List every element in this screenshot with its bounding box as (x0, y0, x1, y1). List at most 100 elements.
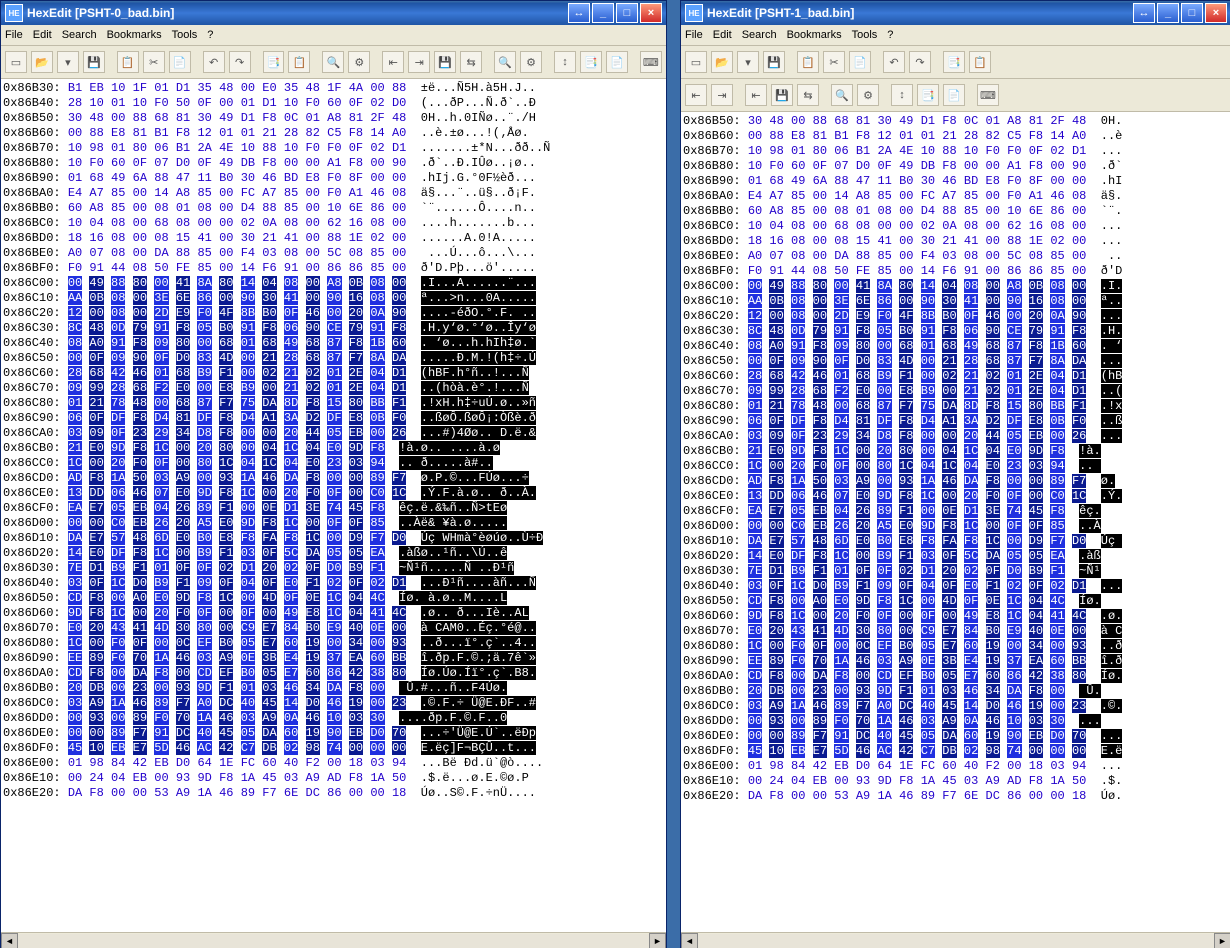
hex-byte[interactable]: 6D (834, 534, 848, 548)
hex-byte[interactable]: 00 (1072, 234, 1086, 248)
hex-byte[interactable]: 4D (262, 591, 276, 605)
hex-byte[interactable]: 04 (262, 276, 276, 290)
hex-byte[interactable]: 62 (327, 216, 341, 230)
hex-byte[interactable]: 79 (349, 321, 363, 335)
hex-byte[interactable]: D1 (176, 81, 190, 95)
hex-byte[interactable]: 00 (899, 249, 913, 263)
hex-byte[interactable]: 86 (197, 291, 211, 305)
hex-byte[interactable]: E0 (176, 531, 190, 545)
hex-byte[interactable]: 85 (877, 189, 891, 203)
hex-byte[interactable]: F1 (133, 561, 147, 575)
hex-byte[interactable]: 01 (111, 141, 125, 155)
hex-byte[interactable]: EA (1029, 654, 1043, 668)
hex-byte[interactable]: 00 (877, 219, 891, 233)
hex-byte[interactable]: 91 (834, 324, 848, 338)
hex-byte[interactable]: 01 (748, 399, 762, 413)
hex-byte[interactable]: 18 (748, 234, 762, 248)
hex-byte[interactable]: 08 (1050, 219, 1064, 233)
hex-byte[interactable]: 0F (834, 354, 848, 368)
menu-?[interactable]: ? (207, 29, 213, 41)
hex-byte[interactable]: 19 (986, 729, 1000, 743)
hex-byte[interactable]: F0 (327, 186, 341, 200)
hex-byte[interactable]: A9 (176, 471, 190, 485)
hex-byte[interactable]: 00 (89, 636, 103, 650)
ascii[interactable]: 0H..h.0IÑø..¨./H (421, 111, 536, 125)
hex-byte[interactable]: F8 (370, 501, 384, 515)
hex-byte[interactable]: E0 (748, 624, 762, 638)
hex-byte[interactable]: E0 (306, 456, 320, 470)
hex-byte[interactable]: 20 (791, 459, 805, 473)
hex-byte[interactable]: 79 (1029, 324, 1043, 338)
hex-byte[interactable]: 91 (921, 324, 935, 338)
hex-byte[interactable]: F0 (176, 606, 190, 620)
hex-byte[interactable]: 42 (219, 741, 233, 755)
hex-byte[interactable]: 00 (154, 396, 168, 410)
hex-byte[interactable]: 26 (154, 516, 168, 530)
hex-byte[interactable]: 02 (241, 216, 255, 230)
hex-byte[interactable]: 00 (197, 336, 211, 350)
paste-icon[interactable]: 📄 (169, 51, 191, 73)
hex-byte[interactable]: 30 (942, 294, 956, 308)
hex-byte[interactable]: 5C (1007, 249, 1021, 263)
hex-byte[interactable]: 46 (262, 471, 276, 485)
hex-byte[interactable]: 0F (349, 96, 363, 110)
hex-byte[interactable]: CD (68, 666, 82, 680)
hex-byte[interactable]: 2F (1050, 114, 1064, 128)
hex-byte[interactable]: 89 (1050, 474, 1064, 488)
hex-byte[interactable]: A0 (133, 591, 147, 605)
hex-byte[interactable]: E0 (986, 459, 1000, 473)
hex-byte[interactable]: 02 (306, 381, 320, 395)
settings-icon[interactable]: ⚙ (348, 51, 370, 73)
hex-byte[interactable]: 0F (176, 561, 190, 575)
hex-byte[interactable]: A8 (327, 276, 341, 290)
hex-byte[interactable]: 46 (856, 744, 870, 758)
hex-byte[interactable]: B0 (899, 174, 913, 188)
hex-byte[interactable]: 00 (370, 81, 384, 95)
hex-byte[interactable]: 10 (327, 201, 341, 215)
hex-byte[interactable]: 41 (856, 279, 870, 293)
keyboard-icon[interactable]: ⌨ (640, 51, 662, 73)
hex-byte[interactable]: A9 (942, 714, 956, 728)
hex-byte[interactable]: 89 (769, 654, 783, 668)
hex-byte[interactable]: F8 (89, 591, 103, 605)
hex-byte[interactable]: 03 (262, 681, 276, 695)
hex-byte[interactable]: A0 (1072, 129, 1086, 143)
hex-byte[interactable]: 01 (921, 684, 935, 698)
hex-byte[interactable]: D1 (1072, 144, 1086, 158)
hex-byte[interactable]: 41 (964, 294, 978, 308)
hex-byte[interactable]: 48 (392, 111, 406, 125)
hex-byte[interactable]: 1A (197, 786, 211, 800)
stack-icon[interactable]: 📋 (288, 51, 310, 73)
hex-byte[interactable]: 01 (111, 96, 125, 110)
hex-byte[interactable]: 00 (899, 294, 913, 308)
hex-byte[interactable]: 12 (877, 129, 891, 143)
hex-byte[interactable]: F8 (306, 471, 320, 485)
hex-byte[interactable]: D4 (921, 204, 935, 218)
hex-byte[interactable]: 0F (284, 306, 298, 320)
ascii[interactable]: .ð` (1101, 159, 1123, 173)
hex-byte[interactable]: 68 (306, 336, 320, 350)
hex-byte[interactable]: 00 (370, 426, 384, 440)
hex-byte[interactable]: 8A (370, 351, 384, 365)
hex-byte[interactable]: 04 (306, 441, 320, 455)
hex-byte[interactable]: F0 (877, 309, 891, 323)
hex-byte[interactable]: 74 (1007, 744, 1021, 758)
hex-byte[interactable]: F8 (133, 441, 147, 455)
hex-byte[interactable]: 10 (1007, 714, 1021, 728)
hex-byte[interactable]: 03 (241, 546, 255, 560)
hex-byte[interactable]: 14 (921, 264, 935, 278)
hex-byte[interactable]: 21 (769, 399, 783, 413)
ascii[interactable]: .ø.. ð...Iè..AL (421, 606, 529, 620)
hex-byte[interactable]: 68 (154, 111, 168, 125)
hex-byte[interactable]: 00 (1050, 789, 1064, 803)
hex-byte[interactable]: 30 (856, 624, 870, 638)
hex-byte[interactable]: 0F (133, 156, 147, 170)
hex-byte[interactable]: 03 (964, 774, 978, 788)
hex-byte[interactable]: 00 (986, 249, 1000, 263)
scroll-track[interactable] (18, 934, 649, 948)
hex-byte[interactable]: F8 (349, 771, 363, 785)
hex-byte[interactable]: 0E (986, 594, 1000, 608)
hex-byte[interactable]: 06 (791, 489, 805, 503)
hex-byte[interactable]: 00 (306, 246, 320, 260)
hex-byte[interactable]: 08 (370, 216, 384, 230)
